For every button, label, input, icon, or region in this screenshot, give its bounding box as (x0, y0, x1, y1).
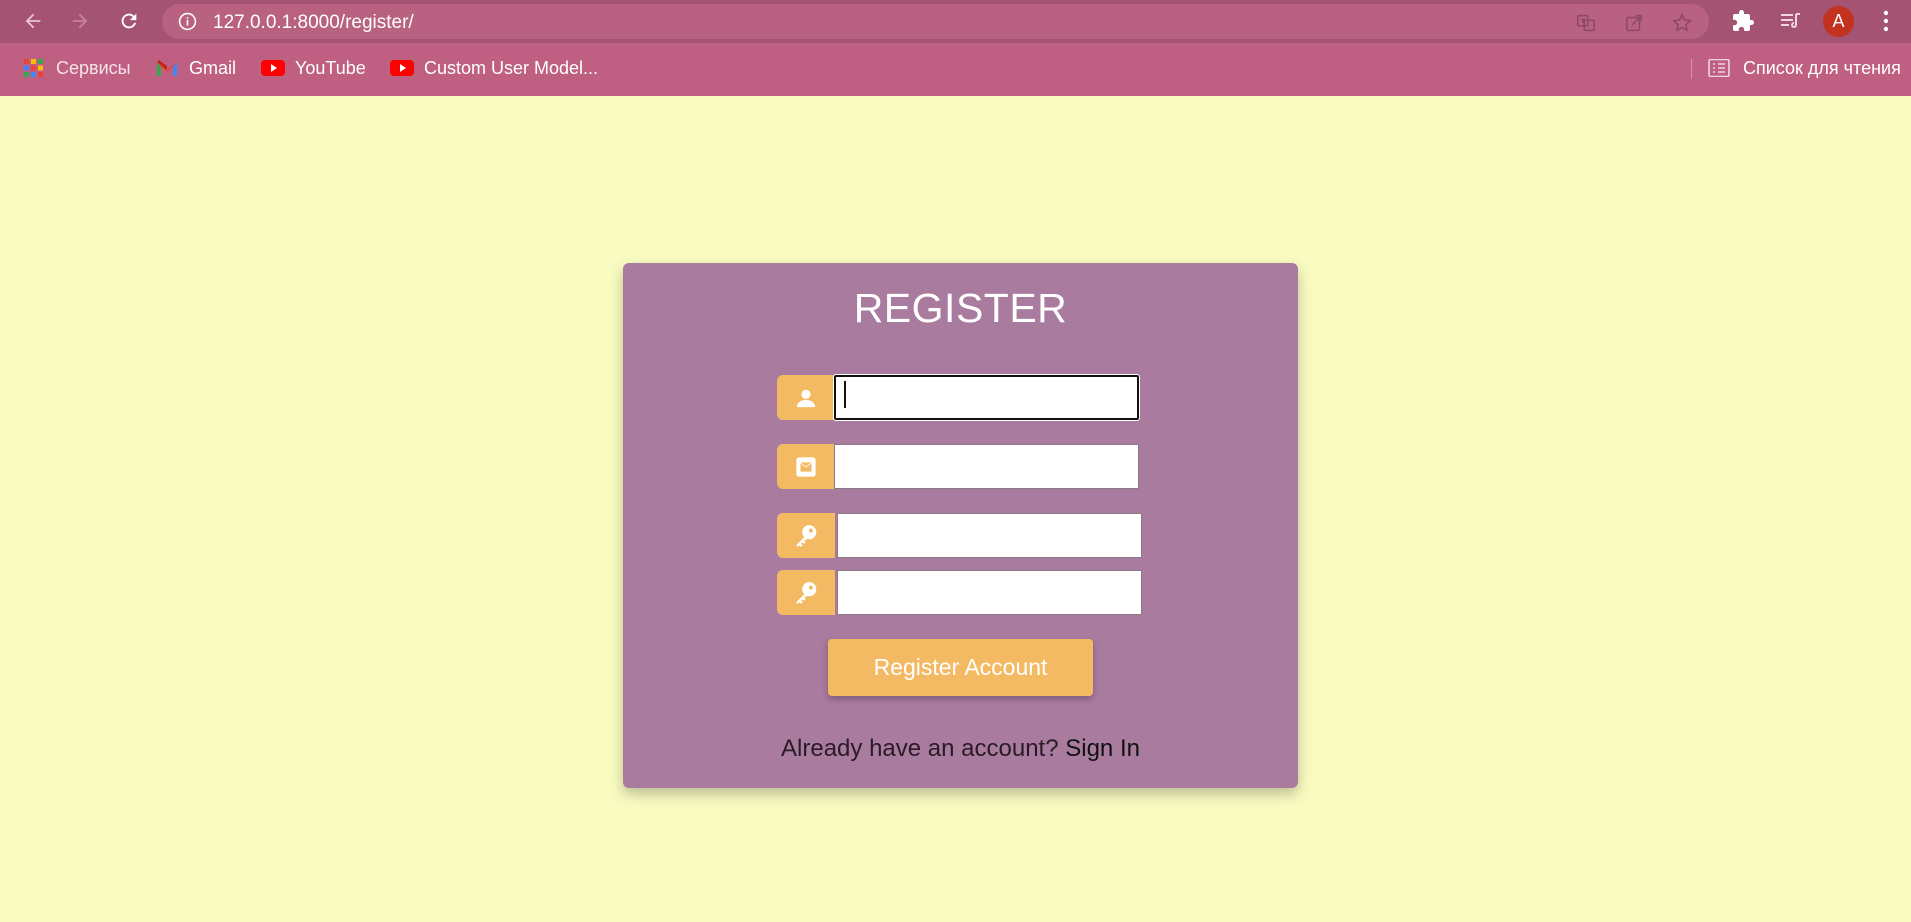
bookmarks-bar: Сервисы Gmail YouTube Custom User Model.… (0, 49, 1911, 89)
email-field[interactable] (834, 444, 1139, 489)
bookmark-youtube[interactable]: YouTube (261, 57, 366, 79)
back-button[interactable] (18, 6, 48, 36)
bookmarks-divider (1691, 59, 1692, 79)
key-icon (796, 524, 817, 547)
avatar-letter: A (1832, 11, 1845, 31)
user-icon (796, 389, 816, 407)
youtube-icon (261, 60, 285, 76)
confirm-password-icon-box (777, 570, 835, 615)
register-card: REGISTER Register Account Already have a… (623, 263, 1298, 788)
reading-list-label: Список для чтения (1743, 57, 1901, 78)
envelope-icon (796, 456, 816, 477)
bookmark-label: YouTube (295, 57, 366, 78)
bookmark-label: Сервисы (56, 57, 131, 78)
signin-prompt-text: Already have an account? (781, 735, 1059, 762)
extensions-icon[interactable] (1731, 9, 1755, 33)
browser-chrome: 127.0.0.1:8000/register/ A Сервисы Gmail… (0, 0, 1911, 96)
bookmark-label: Gmail (189, 57, 237, 78)
forward-button[interactable] (65, 6, 95, 36)
password-icon-box (777, 513, 835, 558)
page-title: REGISTER (853, 285, 1068, 331)
arrow-right-icon (72, 13, 88, 29)
media-queue-icon[interactable] (1778, 9, 1802, 33)
reload-button[interactable] (114, 6, 144, 36)
text-cursor (844, 381, 846, 408)
bookmark-services[interactable]: Сервисы (22, 57, 131, 79)
menu-kebab-icon[interactable] (1880, 9, 1892, 33)
star-icon[interactable] (1671, 12, 1693, 34)
key-icon (796, 581, 817, 604)
sign-in-link[interactable]: Sign In (1065, 735, 1140, 762)
gmail-icon (157, 60, 177, 76)
info-icon[interactable] (178, 12, 197, 31)
password-field[interactable] (837, 513, 1142, 558)
bookmark-label: Custom User Model... (424, 57, 599, 78)
profile-avatar[interactable]: A (1823, 6, 1854, 37)
reading-list-icon (1708, 59, 1730, 77)
username-field[interactable] (834, 375, 1139, 420)
apps-grid-icon (24, 59, 43, 77)
youtube-icon (390, 60, 414, 76)
reload-icon (121, 13, 137, 29)
reading-list-button[interactable]: Список для чтения (1707, 57, 1901, 79)
signin-prompt: Already have an account? Sign In (623, 735, 1298, 763)
address-bar[interactable]: 127.0.0.1:8000/register/ (162, 4, 1709, 39)
translate-icon[interactable] (1575, 12, 1597, 34)
register-account-button[interactable]: Register Account (828, 639, 1093, 696)
username-icon-box (777, 375, 835, 420)
url-text: 127.0.0.1:8000/register/ (213, 12, 414, 33)
browser-toolbar: 127.0.0.1:8000/register/ A (0, 0, 1911, 43)
arrow-left-icon (25, 13, 41, 29)
bookmark-custom-user-model[interactable]: Custom User Model... (390, 57, 598, 79)
confirm-password-field[interactable] (837, 570, 1142, 615)
bookmark-gmail[interactable]: Gmail (155, 57, 236, 79)
email-icon-box (777, 444, 835, 489)
share-icon[interactable] (1623, 12, 1645, 34)
